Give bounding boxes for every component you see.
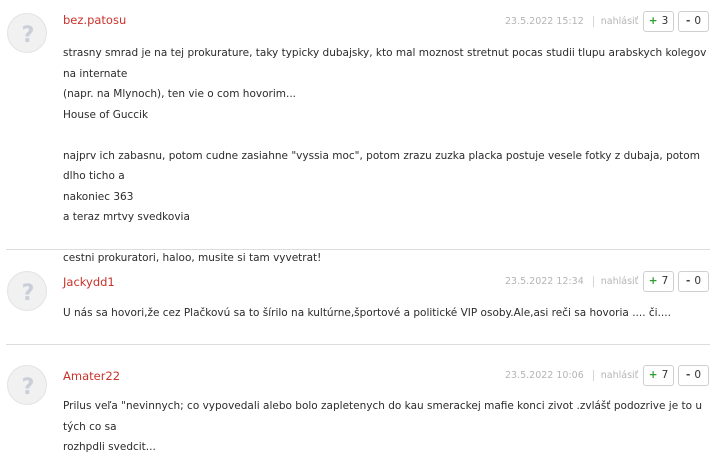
comment-date: 23.5.2022 15:12: [505, 16, 584, 27]
comment-text-line: Prilus veľa "nevinnych; co vypovedali al…: [63, 400, 703, 433]
plus-icon: +: [648, 275, 658, 287]
comment-divider: [6, 344, 710, 345]
upvote-button[interactable]: +7: [643, 271, 674, 292]
comment-date: 23.5.2022 12:34: [505, 276, 584, 287]
comment-author-link[interactable]: Amater22: [63, 369, 120, 383]
downvote-button[interactable]: -0: [678, 11, 709, 32]
report-link[interactable]: nahlásiť: [601, 16, 639, 27]
comment-body: strasny smrad je na tej prokurature, tak…: [63, 43, 713, 269]
minus-icon: -: [685, 275, 691, 287]
comment-date: 23.5.2022 10:06: [505, 370, 584, 381]
comment-text-line: a teraz mrtvy svedkovia: [63, 211, 190, 223]
comment-text-line: House of Guccik: [63, 108, 149, 121]
meta-separator: [592, 370, 594, 381]
comment-author-link[interactable]: Jackydd1: [63, 275, 115, 289]
comment-divider: [6, 249, 710, 250]
upvote-count: 7: [661, 369, 669, 381]
downvote-count: 0: [694, 15, 702, 27]
upvote-button[interactable]: +3: [643, 11, 674, 32]
comment-text-line: (napr. na Mlynoch), ten vie o com hovori…: [63, 88, 296, 100]
comment-body: Prilus veľa "nevinnych; co vypovedali al…: [63, 396, 713, 458]
svg-text:?: ?: [22, 375, 35, 400]
upvote-button[interactable]: +7: [643, 365, 674, 386]
downvote-count: 0: [694, 369, 702, 381]
comment-text-line: [63, 125, 713, 146]
comment-meta: 23.5.2022 15:12 nahlásiť: [505, 11, 638, 33]
comment-meta: 23.5.2022 10:06 nahlásiť: [505, 365, 638, 387]
upvote-count: 3: [661, 15, 669, 27]
comment-body: U nás sa hovori,že cez Plačkovú sa to ší…: [63, 303, 713, 324]
default-avatar-icon: ?: [7, 365, 47, 405]
downvote-button[interactable]: -0: [678, 271, 709, 292]
comment-list: ? bez.patosu 23.5.2022 15:12 nahlásiť +3 …: [0, 0, 726, 453]
default-avatar-icon: ?: [7, 13, 47, 53]
minus-icon: -: [685, 369, 691, 381]
meta-separator: [592, 16, 594, 27]
comment-text-line: cestni prokuratori, haloo, musite si tam…: [63, 252, 322, 264]
comment-text-line: rozhpdli svedcit...: [63, 441, 156, 453]
comment-text-line: najprv ich zabasnu, potom cudne zasiahne…: [63, 149, 700, 183]
plus-icon: +: [648, 15, 658, 27]
svg-text:?: ?: [22, 23, 35, 48]
svg-text:?: ?: [22, 281, 35, 306]
minus-icon: -: [685, 15, 691, 27]
comment-meta: 23.5.2022 12:34 nahlásiť: [505, 271, 638, 293]
report-link[interactable]: nahlásiť: [601, 276, 639, 287]
meta-separator: [592, 276, 594, 287]
downvote-count: 0: [694, 275, 702, 287]
default-avatar-icon: ?: [7, 271, 47, 311]
comment-author-link[interactable]: bez.patosu: [63, 13, 126, 27]
comment-text-line: U nás sa hovori,že cez Plačkovú sa to ší…: [63, 307, 671, 319]
plus-icon: +: [648, 369, 658, 381]
comment-text-line: strasny smrad je na tej prokurature, tak…: [63, 47, 707, 80]
downvote-button[interactable]: -0: [678, 365, 709, 386]
comment-text-line: nakoniec 363: [63, 190, 134, 203]
report-link[interactable]: nahlásiť: [601, 370, 639, 381]
comment-text-line: [63, 228, 713, 249]
upvote-count: 7: [661, 275, 669, 287]
